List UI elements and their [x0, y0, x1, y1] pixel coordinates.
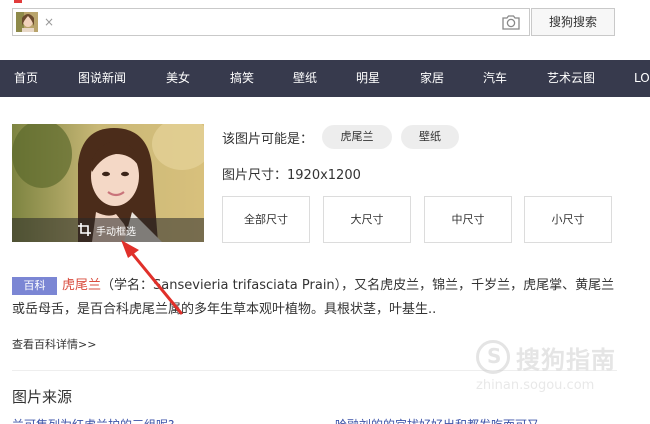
logo-fragment: [14, 0, 22, 3]
crop-icon: [78, 223, 91, 236]
crop-label: 手动框选: [96, 227, 136, 238]
search-bar[interactable]: ×: [12, 8, 530, 36]
nav-item-art[interactable]: 艺术云图: [547, 60, 595, 97]
watermark-url: zhinan.sogou.com: [476, 378, 595, 393]
camera-icon[interactable]: [501, 13, 521, 31]
baike-more-link[interactable]: 查看百科详情>>: [12, 336, 96, 352]
manual-crop-strip[interactable]: 手动框选: [12, 218, 204, 242]
nav-item-funny[interactable]: 搞笑: [230, 60, 254, 97]
source-link-right[interactable]: 哈融刘的的宫扰好好出和都发吃而可又: [335, 416, 539, 424]
sogou-logo-icon: S: [476, 340, 510, 374]
image-size-label: 图片尺寸：1920x1200: [222, 168, 361, 183]
image-maybe-label: 该图片可能是：: [222, 132, 314, 147]
watermark-text: 搜狗指南: [516, 346, 616, 374]
baike-text: （学名：Sansevieria trifasciata Prain），又名虎皮兰…: [12, 278, 615, 317]
baike-description: 虎尾兰（学名：Sansevieria trifasciata Prain），又名…: [12, 274, 617, 322]
sogou-watermark: S 搜狗指南 zhinan.sogou.com: [470, 336, 640, 396]
baike-keyword-link[interactable]: 虎尾兰: [62, 278, 101, 293]
size-medium-button[interactable]: 中尺寸: [424, 196, 512, 243]
nav-item-cars[interactable]: 汽车: [483, 60, 507, 97]
search-button[interactable]: 搜狗搜索: [531, 8, 615, 36]
nav-item-stars[interactable]: 明星: [356, 60, 380, 97]
nav-item-beauty[interactable]: 美女: [166, 60, 190, 97]
source-link-left[interactable]: 兰可集列为红虎兰护的三组呢?: [12, 416, 174, 424]
remove-image-icon[interactable]: ×: [44, 13, 54, 31]
size-large-button[interactable]: 大尺寸: [323, 196, 411, 243]
size-all-button[interactable]: 全部尺寸: [222, 196, 310, 243]
result-image[interactable]: 手动框选: [12, 124, 204, 242]
nav-item-home-decor[interactable]: 家居: [420, 60, 444, 97]
nav-item-news[interactable]: 图说新闻: [78, 60, 126, 97]
tag-hu-wei-lan[interactable]: 虎尾兰: [322, 125, 392, 149]
nav-item-home[interactable]: 首页: [14, 60, 38, 97]
image-source-title: 图片来源: [12, 388, 73, 406]
category-navbar: 首页 图说新闻 美女 搞笑 壁纸 明星 家居 汽车 艺术云图 LO: [0, 60, 650, 97]
size-small-button[interactable]: 小尺寸: [524, 196, 612, 243]
nav-item-wallpaper[interactable]: 壁纸: [293, 60, 317, 97]
tag-wallpaper[interactable]: 壁纸: [401, 125, 459, 149]
nav-item-lo[interactable]: LO: [634, 60, 650, 97]
search-image-thumbnail[interactable]: [16, 12, 38, 32]
